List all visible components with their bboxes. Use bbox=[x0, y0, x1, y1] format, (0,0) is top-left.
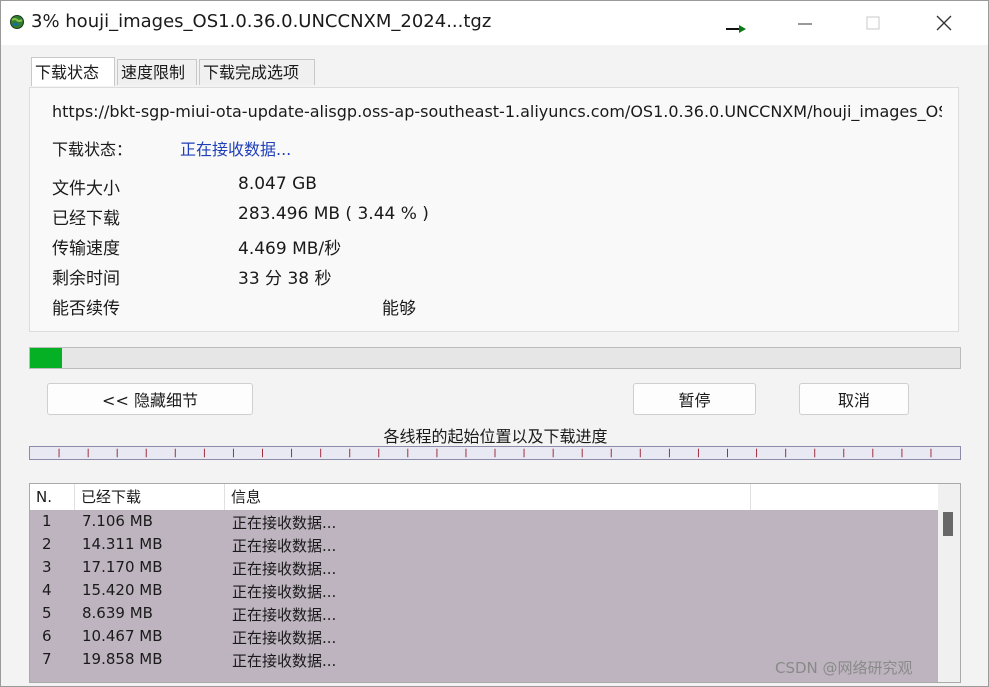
row-info: 正在接收数据... bbox=[232, 652, 337, 670]
minimize-icon[interactable] bbox=[785, 9, 825, 37]
thread-list-scrollbar[interactable] bbox=[938, 484, 960, 682]
table-row[interactable]: 5 8.639 MB 正在接收数据... bbox=[30, 602, 938, 625]
thread-segments-bar bbox=[29, 446, 961, 460]
threads-caption: 各线程的起始位置以及下载进度 bbox=[383, 427, 608, 446]
row-downloaded: 7.106 MB bbox=[82, 512, 153, 530]
tab-speed-limit[interactable]: 速度限制 bbox=[117, 59, 197, 85]
row-info: 正在接收数据... bbox=[232, 629, 337, 647]
watermark: CSDN @网络研究观 bbox=[775, 659, 913, 677]
download-url: https://bkt-sgp-miui-ota-update-alisgp.o… bbox=[52, 102, 942, 121]
downloaded-label: 已经下载 bbox=[52, 209, 120, 229]
speed-value: 4.469 MB/秒 bbox=[238, 239, 342, 259]
tab-completion-options[interactable]: 下载完成选项 bbox=[199, 59, 315, 85]
table-row[interactable]: 6 10.467 MB 正在接收数据... bbox=[30, 625, 938, 648]
cancel-button[interactable]: 取消 bbox=[799, 383, 909, 415]
table-row[interactable]: 4 15.420 MB 正在接收数据... bbox=[30, 579, 938, 602]
speed-label: 传输速度 bbox=[52, 239, 120, 259]
status-label: 下载状态： bbox=[52, 140, 133, 159]
row-number: 4 bbox=[42, 581, 52, 599]
row-downloaded: 8.639 MB bbox=[82, 604, 153, 622]
scrollbar-thumb[interactable] bbox=[943, 512, 953, 536]
row-number: 7 bbox=[42, 650, 52, 668]
row-downloaded: 17.170 MB bbox=[82, 558, 163, 576]
row-number: 1 bbox=[42, 512, 52, 530]
close-icon[interactable] bbox=[923, 9, 963, 37]
row-downloaded: 19.858 MB bbox=[82, 650, 163, 668]
row-info: 正在接收数据... bbox=[232, 537, 337, 555]
column-header-n[interactable]: N. bbox=[30, 484, 75, 510]
thread-list[interactable]: N. 已经下载 信息 1 7.106 MB 正在接收数据... 2 14.311 MB 正… bbox=[29, 483, 961, 683]
file-size-label: 文件大小 bbox=[52, 179, 120, 199]
row-info: 正在接收数据... bbox=[232, 514, 337, 532]
download-window: 3% houji_images_OS1.0.36.0.UNCCNXM_2024.… bbox=[0, 0, 989, 687]
arrow-right-icon bbox=[726, 25, 746, 33]
downloaded-value: 283.496 MB ( 3.44 % ) bbox=[238, 204, 429, 224]
row-info: 正在接收数据... bbox=[232, 606, 337, 624]
resume-value: 能够 bbox=[382, 299, 416, 319]
title-bar[interactable]: 3% houji_images_OS1.0.36.0.UNCCNXM_2024.… bbox=[1, 1, 988, 45]
window-title: 3% houji_images_OS1.0.36.0.UNCCNXM_2024.… bbox=[31, 11, 492, 32]
row-info: 正在接收数据... bbox=[232, 583, 337, 601]
table-row[interactable]: 2 14.311 MB 正在接收数据... bbox=[30, 533, 938, 556]
row-downloaded: 10.467 MB bbox=[82, 627, 163, 645]
table-row[interactable]: 3 17.170 MB 正在接收数据... bbox=[30, 556, 938, 579]
row-number: 6 bbox=[42, 627, 52, 645]
progress-fill bbox=[30, 348, 62, 368]
row-number: 2 bbox=[42, 535, 52, 553]
remaining-label: 剩余时间 bbox=[52, 269, 120, 289]
status-value: 正在接收数据... bbox=[180, 140, 292, 159]
row-number: 5 bbox=[42, 604, 52, 622]
table-row[interactable]: 1 7.106 MB 正在接收数据... bbox=[30, 510, 938, 533]
column-header-info[interactable]: 信息 bbox=[225, 484, 751, 510]
row-number: 3 bbox=[42, 558, 52, 576]
pause-button[interactable]: 暂停 bbox=[633, 383, 756, 415]
column-header-downloaded[interactable]: 已经下载 bbox=[75, 484, 225, 510]
tab-download-status[interactable]: 下载状态 bbox=[31, 57, 115, 86]
thread-list-header: N. 已经下载 信息 bbox=[30, 484, 938, 510]
remaining-value: 33 分 38 秒 bbox=[238, 269, 332, 289]
status-panel: https://bkt-sgp-miui-ota-update-alisgp.o… bbox=[29, 87, 959, 332]
file-size-value: 8.047 GB bbox=[238, 174, 317, 194]
row-downloaded: 14.311 MB bbox=[82, 535, 163, 553]
download-progress-bar bbox=[29, 347, 961, 369]
maximize-icon[interactable] bbox=[853, 9, 893, 37]
row-info: 正在接收数据... bbox=[232, 560, 337, 578]
row-downloaded: 15.420 MB bbox=[82, 581, 163, 599]
hide-details-button[interactable]: << 隐藏细节 bbox=[47, 383, 253, 415]
globe-download-icon bbox=[10, 15, 24, 29]
resume-label: 能否续传 bbox=[52, 299, 120, 319]
